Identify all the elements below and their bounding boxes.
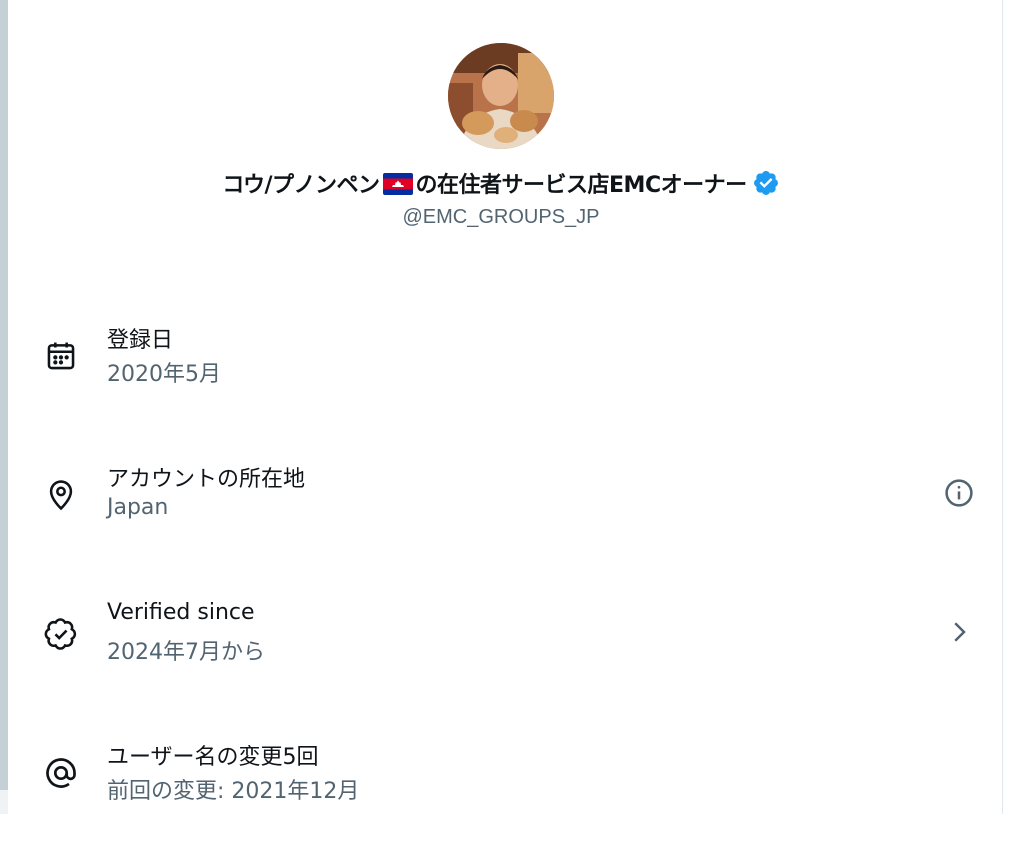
joined-label: 登録日 (107, 328, 174, 353)
account-info-list: 登録日 2020年5月 アカウントの所在地 Japan Verified sin… (0, 300, 1002, 856)
display-name-part1: コウ/プノンペン (222, 173, 380, 198)
display-name: コウ/プノンペン の在住者サービス店EMCオーナー (222, 167, 748, 199)
username-changes-label: ユーザー名の変更5回 (107, 745, 319, 770)
avatar-photo (448, 43, 554, 149)
verified-badge-icon[interactable] (752, 169, 780, 197)
verified-outline-icon (42, 615, 80, 653)
list-item-verified[interactable]: Verified since 2024年7月から (0, 578, 1002, 717)
verified-since-date: 2024年7月から (107, 640, 265, 665)
display-name-part2: の在住者サービス店EMCオーナー (415, 173, 748, 198)
list-item-location: アカウントの所在地 Japan (0, 439, 1002, 578)
avatar[interactable] (448, 43, 554, 149)
cambodia-flag-icon (382, 173, 413, 195)
chevron-right-icon[interactable] (940, 613, 978, 651)
list-item-username-changes: ユーザー名の変更5回 前回の変更: 2021年12月 (0, 717, 1002, 856)
location-pin-icon (42, 476, 80, 514)
content-border (1002, 0, 1003, 814)
user-handle: @EMC_GROUPS_JP (402, 206, 600, 228)
last-change-date: 前回の変更: 2021年12月 (107, 779, 360, 804)
verified-since-label: Verified since (107, 600, 255, 625)
location-label: アカウントの所在地 (107, 467, 306, 492)
display-name-row: コウ/プノンペン の在住者サービス店EMCオーナー (222, 163, 779, 203)
list-item-joined: 登録日 2020年5月 (0, 300, 1002, 439)
location-value: Japan (107, 495, 169, 520)
joined-date: 2020年5月 (107, 362, 221, 387)
calendar-icon (42, 337, 80, 375)
at-sign-icon (42, 754, 80, 792)
info-icon[interactable] (940, 474, 978, 512)
profile-header: コウ/プノンペン の在住者サービス店EMCオーナー @EMC_GROUPS_JP (0, 0, 1002, 229)
